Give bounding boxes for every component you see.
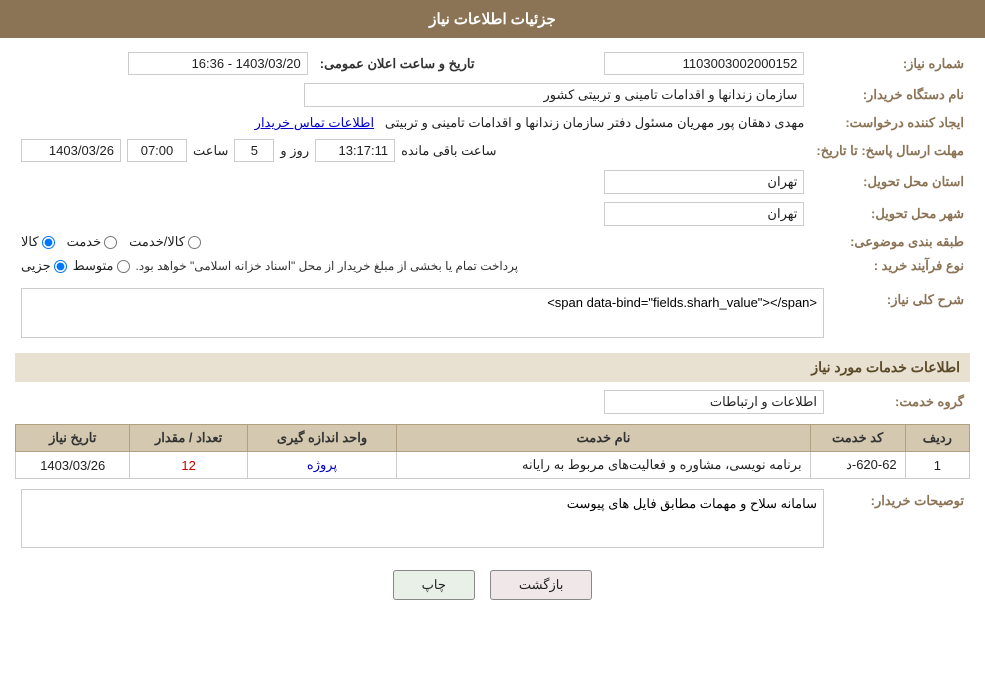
shomare-niaz-label: شماره نیاز:	[810, 48, 970, 79]
ijad-label: ایجاد کننده درخواست:	[810, 111, 970, 135]
col-tedad: تعداد / مقدار	[130, 425, 247, 452]
radio-jozyi[interactable]: جزیی	[21, 258, 67, 274]
radio-jozyi-input[interactable]	[54, 260, 67, 273]
tabagheh-khedmat-label: خدمت	[67, 234, 102, 250]
services-section-title: اطلاعات خدمات مورد نیاز	[15, 353, 970, 382]
noefrayand-motevaset-label: متوسط	[73, 258, 114, 274]
mohlat-saat-label: ساعت	[193, 143, 228, 159]
tabagheh-kala-label: کالا	[21, 234, 39, 250]
back-button[interactable]: بازگشت	[490, 570, 592, 600]
noefrayand-jozyi-label: جزیی	[21, 258, 51, 274]
col-radif: ردیف	[905, 425, 969, 452]
noefrayand-label: نوع فرآیند خرید :	[810, 254, 970, 278]
shomare-niaz-value: 1103003002000152	[604, 52, 804, 75]
mohlat-label: مهلت ارسال پاسخ: تا تاریخ:	[810, 135, 970, 166]
tarikhe-elaan-value: 1403/03/20 - 16:36	[128, 52, 308, 75]
noefrayand-desc: پرداخت تمام یا بخشی از مبلغ خریدار از مح…	[136, 259, 519, 273]
radio-kala-khedmat-input[interactable]	[188, 236, 201, 249]
tabagheh-label: طبقه بندی موضوعی:	[810, 230, 970, 254]
mohlat-date-value: 1403/03/26	[21, 139, 121, 162]
tosih-label: توصیحات خریدار:	[830, 485, 970, 555]
tosih-textarea[interactable]	[21, 489, 824, 548]
mohlat-bagi: ساعت باقی مانده	[401, 143, 496, 159]
mohlat-roz-value: 5	[234, 139, 274, 162]
nam-dastgah-value: سازمان زندانها و اقدامات تامینی و تربیتی…	[304, 83, 804, 107]
page-title: جزئیات اطلاعات نیاز	[429, 11, 556, 28]
cell-tarikh: 1403/03/26	[16, 452, 130, 479]
tabagheh-kala-khedmat-label: کالا/خدمت	[129, 234, 185, 250]
ostan-label: استان محل تحویل:	[810, 166, 970, 198]
services-table: ردیف کد خدمت نام خدمت واحد اندازه گیری ت…	[15, 424, 970, 479]
tarikhe-elaan-label: تاریخ و ساعت اعلان عمومی:	[314, 48, 481, 79]
ijad-link[interactable]: اطلاعات تماس خریدار	[255, 115, 374, 130]
col-vahed: واحد اندازه گیری	[247, 425, 396, 452]
mohlat-roz-label: روز و	[280, 143, 309, 159]
mohlat-saat-value: 07:00	[127, 139, 187, 162]
shahr-value: تهران	[604, 202, 804, 226]
cell-vahed: پروژه	[247, 452, 396, 479]
cell-tedad: 12	[130, 452, 247, 479]
cell-kod: 620-62-د	[810, 452, 905, 479]
ijad-value: مهدی دهقان پور مهریان مسئول دفتر سازمان …	[385, 115, 804, 130]
nam-dastgah-label: نام دستگاه خریدار:	[810, 79, 970, 111]
cell-naam: برنامه نویسی، مشاوره و فعالیت‌های مربوط …	[397, 452, 810, 479]
sharh-label: شرح کلی نیاز:	[830, 284, 970, 345]
button-row: بازگشت چاپ	[15, 570, 970, 600]
grooh-label: گروه خدمت:	[830, 386, 970, 418]
col-kod: کد خدمت	[810, 425, 905, 452]
ostan-value: تهران	[604, 170, 804, 194]
cell-radif: 1	[905, 452, 969, 479]
page-header: جزئیات اطلاعات نیاز	[0, 0, 985, 38]
radio-motevaset-input[interactable]	[117, 260, 130, 273]
print-button[interactable]: چاپ	[393, 570, 475, 600]
radio-kala-input[interactable]	[42, 236, 55, 249]
radio-khedmat-input[interactable]	[104, 236, 117, 249]
sharh-textarea[interactable]: <span data-bind="fields.sharh_value"></s…	[21, 288, 824, 338]
radio-kala[interactable]: کالا	[21, 234, 55, 250]
col-tarikh: تاریخ نیاز	[16, 425, 130, 452]
col-naam: نام خدمت	[397, 425, 810, 452]
shahr-label: شهر محل تحویل:	[810, 198, 970, 230]
mohlat-saat2-value: 13:17:11	[315, 139, 395, 162]
radio-kala-khedmat[interactable]: کالا/خدمت	[129, 234, 201, 250]
radio-khedmat[interactable]: خدمت	[67, 234, 118, 250]
table-row: 1 620-62-د برنامه نویسی، مشاوره و فعالیت…	[16, 452, 970, 479]
grooh-value: اطلاعات و ارتباطات	[604, 390, 824, 414]
radio-motevaset[interactable]: متوسط	[73, 258, 130, 274]
